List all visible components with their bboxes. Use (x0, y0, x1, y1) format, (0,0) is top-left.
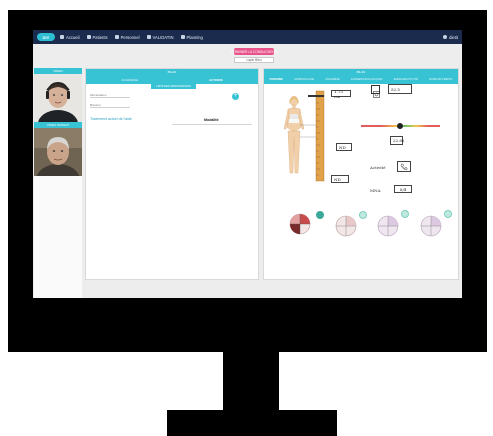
activity-button[interactable] (397, 161, 411, 172)
scale-icon (371, 85, 380, 98)
user-menu[interactable]: dietit (443, 35, 458, 40)
person-woman-image (34, 74, 82, 122)
pie-chart-2[interactable] (334, 214, 358, 238)
nav-item-validatin[interactable]: VALIDATIN (146, 34, 174, 40)
calendar-icon (180, 35, 185, 39)
home-icon (60, 35, 64, 39)
phone-icon (400, 163, 408, 170)
bmi-value[interactable]: 22.85 (390, 136, 404, 145)
tab-actions[interactable]: ACTIONS (209, 78, 223, 82)
pie-chart-1[interactable] (288, 212, 312, 236)
consultation-panel: BILAN ANAMNÈSE ACTIONS LISTE DES ORDONNA… (85, 68, 259, 280)
body-figure-illustration (283, 90, 325, 182)
user-icon (443, 35, 448, 39)
monitor-stand-neck (223, 352, 279, 412)
weight-value[interactable]: 52.5 (388, 84, 412, 94)
pie-2-badge (359, 211, 367, 219)
add-icon[interactable]: + (232, 93, 239, 100)
grid-icon (146, 35, 151, 39)
user-name: dietit (449, 34, 458, 40)
tab-anamnese[interactable]: ANAMNÈSE (325, 78, 340, 81)
desktop-background: DIY Accueil Patients Personnel VALIDATIN… (0, 0, 493, 436)
monitor-stand-base (167, 410, 337, 436)
nav-item-personnel[interactable]: Personnel (114, 34, 140, 40)
nav-item-label: Planning (186, 34, 203, 40)
video-local-feed[interactable] (34, 74, 82, 122)
current-treatment-link[interactable]: Traitement actuel de l'aide (90, 117, 132, 121)
consultation-tabs: ANAMNÈSE ACTIONS (86, 75, 258, 84)
hip-value[interactable]: ND (331, 175, 349, 183)
app-logo[interactable]: DIY (37, 33, 55, 41)
tab-poids-imc[interactable]: POIDS/IMC (270, 78, 284, 81)
video-column: VIDEO VIDEO PATIENT (34, 68, 82, 298)
modality-column-label: Modalité (204, 118, 219, 122)
nav-item-planning[interactable]: Planning (180, 34, 203, 40)
video-remote-feed[interactable] (34, 128, 82, 176)
nav-item-label: Patients (92, 34, 108, 40)
prescriptions-list-button[interactable]: LISTE DES ORDONNANCES (151, 84, 196, 89)
tab-mode-repas[interactable]: MODE DE PREPAS (429, 78, 452, 81)
tab-anamnese[interactable]: ANAMNÈSE (121, 78, 138, 82)
tab-examens[interactable]: EXAMENS BIOLOGIQUES (351, 78, 382, 81)
boisson-field[interactable]: Boisson (90, 103, 130, 108)
bmi-gauge-marker (396, 122, 403, 129)
mna-value[interactable]: 0/4 (394, 185, 412, 193)
pie-chart-3[interactable] (376, 214, 400, 238)
divider (172, 124, 252, 125)
person-man-image (34, 128, 82, 176)
nav-item-label: Personnel (120, 34, 140, 40)
top-navbar: DIY Accueil Patients Personnel VALIDATIN… (33, 30, 462, 44)
pie-4-badge (444, 210, 452, 218)
mna-label: MNA (370, 188, 381, 193)
waist-value[interactable]: ND (336, 143, 352, 151)
patient-select[interactable]: Lapin Bleu (234, 57, 274, 63)
alimentation-field[interactable]: Alimentation (90, 93, 130, 98)
users-icon (86, 35, 91, 39)
bilan-tabs: POIDS/IMC MORPHOLOGIE ANAMNÈSE EXAMENS B… (264, 75, 458, 84)
app-screen: DIY Accueil Patients Personnel VALIDATIN… (33, 30, 462, 298)
nav-item-patients[interactable]: Patients (86, 34, 108, 40)
pie-chart-4[interactable] (419, 214, 443, 238)
pie-1-badge (316, 211, 324, 219)
nav-item-label: VALIDATIN (152, 34, 174, 40)
pie-3-badge (401, 210, 409, 218)
end-consultation-button[interactable]: TERMINER LA CONSULTATION (231, 48, 277, 55)
tab-energie[interactable]: ENERGIE/ACTIVITÉ (394, 78, 418, 81)
bilan-panel: BILAN POIDS/IMC MORPHOLOGIE ANAMNÈSE EXA… (263, 68, 459, 280)
nav-item-label: Accueil (66, 34, 80, 40)
tab-morphologie[interactable]: MORPHOLOGIE (294, 78, 314, 81)
height-value[interactable]: 1.73 cm (331, 89, 351, 99)
nav-item-accueil[interactable]: Accueil (60, 35, 80, 40)
building-icon (114, 35, 119, 39)
activity-label: Activité (370, 165, 386, 170)
